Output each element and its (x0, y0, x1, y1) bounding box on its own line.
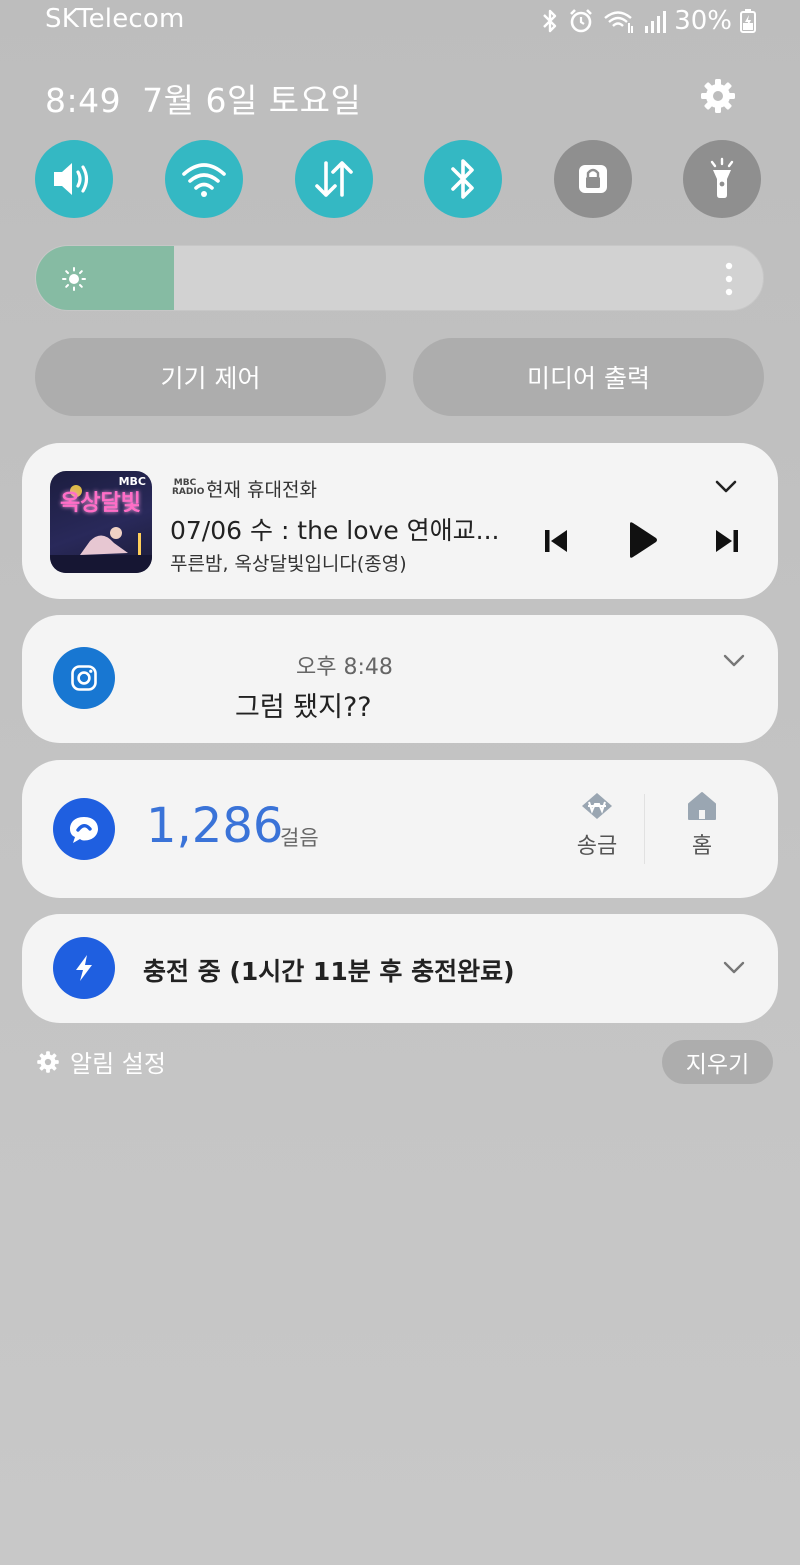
home-button[interactable]: 홈 (667, 790, 737, 870)
flashlight-icon (710, 157, 734, 198)
transfer-label: 송금 (576, 834, 618, 859)
money-transfer-icon (582, 793, 612, 819)
settings-button[interactable] (699, 77, 737, 115)
media-output-button[interactable]: 미디어 출력 (413, 338, 764, 416)
data-arrows-icon (315, 161, 353, 197)
flashlight-toggle[interactable] (683, 140, 761, 218)
charging-bolt-icon (53, 937, 115, 999)
radio-app-logo: MBC RADIO (172, 478, 205, 497)
gear-icon (37, 1050, 59, 1073)
status-icons: 30% (540, 4, 756, 38)
home-icon (688, 792, 716, 820)
lock-rotation-icon (579, 165, 607, 193)
date-label: 7월 6일 토요일 (142, 81, 362, 120)
more-options-icon[interactable] (725, 262, 733, 296)
alarm-icon (568, 8, 594, 34)
charging-status-text: 충전 중 (1시간 11분 후 충전완료) (143, 957, 515, 986)
action-divider (644, 794, 645, 864)
expand-media-button[interactable] (708, 473, 744, 501)
home-label: 홈 (691, 834, 713, 859)
notification-settings-label: 알림 설정 (70, 1050, 166, 1078)
wifi-toggle[interactable] (165, 140, 243, 218)
charging-notification[interactable]: 충전 중 (1시간 11분 후 충전완료) (22, 914, 778, 1023)
chevron-down-icon (723, 961, 745, 974)
notification-time: 오후 8:48 (296, 655, 393, 680)
toss-app-icon (53, 798, 115, 860)
chevron-down-icon (715, 480, 737, 493)
media-subtitle: 푸른밤, 옥상달빛입니다(종영) (170, 553, 407, 575)
date-time: 8:49 7월 6일 토요일 (45, 74, 361, 122)
step-count: 1,286 (146, 798, 284, 854)
bluetooth-status-icon (540, 8, 560, 34)
expand-notification-button[interactable] (716, 649, 752, 673)
expand-charging-button[interactable] (716, 956, 752, 980)
notification-settings-link[interactable]: 알림 설정 (36, 1044, 166, 1079)
skip-next-icon (716, 530, 738, 552)
notification-message: 그럼 됐지?? (235, 692, 372, 723)
battery-charging-icon (740, 9, 756, 33)
media-title: 07/06 수 : the love 연애교... (170, 516, 500, 545)
skip-previous-icon (545, 530, 567, 552)
next-track-button[interactable] (707, 521, 747, 561)
carrier-name: SKTelecom (45, 4, 185, 34)
chevron-down-icon (723, 654, 745, 667)
speaker-icon (54, 163, 89, 195)
album-art: 옥상달빛 MBC (50, 471, 152, 573)
clock-time: 8:49 (45, 81, 122, 120)
sound-toggle[interactable] (35, 140, 113, 218)
battery-percent: 30% (674, 6, 732, 36)
instagram-notification[interactable]: 오후 8:48 그럼 됐지?? (22, 615, 778, 743)
instagram-icon (53, 647, 115, 709)
gear-icon (701, 79, 735, 113)
status-bar: SKTelecom 30% (0, 0, 800, 44)
media-player-card[interactable]: 옥상달빛 MBC MBC RADIO 현재 휴대전화 07/06 수 : the… (22, 443, 778, 599)
wifi-status-icon (602, 8, 636, 34)
brightness-level (36, 246, 175, 310)
play-button[interactable] (619, 517, 665, 563)
screen-lock-toggle[interactable] (554, 140, 632, 218)
mobile-data-toggle[interactable] (295, 140, 373, 218)
bluetooth-icon (451, 159, 474, 199)
transfer-button[interactable]: 송금 (562, 790, 632, 870)
bluetooth-toggle[interactable] (424, 140, 502, 218)
play-icon (630, 522, 657, 558)
step-unit: 걸음 (280, 826, 319, 850)
sun-icon (62, 267, 86, 291)
steps-notification[interactable]: 1,286 걸음 송금 홈 (22, 760, 778, 898)
wifi-icon (182, 163, 226, 197)
brightness-slider[interactable] (35, 245, 764, 311)
device-control-button[interactable]: 기기 제어 (35, 338, 386, 416)
album-mbc-logo: MBC (118, 475, 146, 488)
media-source-label: 현재 휴대전화 (206, 479, 317, 501)
previous-track-button[interactable] (536, 521, 576, 561)
clear-all-button[interactable]: 지우기 (662, 1040, 773, 1084)
album-art-title: 옥상달빛 (60, 491, 141, 516)
signal-icon (644, 8, 667, 34)
